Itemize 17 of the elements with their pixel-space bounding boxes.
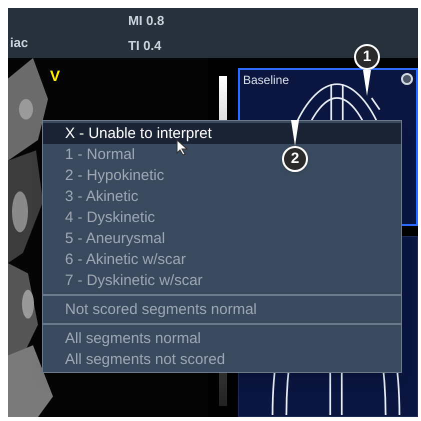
menu-item[interactable]: 7 - Dyskinetic w/scar	[43, 270, 207, 291]
menu-item[interactable]: Not scored segments normal	[43, 299, 261, 320]
panel-title: Baseline	[243, 72, 290, 89]
menu-item[interactable]: All segments normal	[43, 328, 205, 349]
menu-item[interactable]: 6 - Akinetic w/scar	[43, 249, 190, 270]
menu-item[interactable]: X - Unable to interpret	[43, 123, 401, 144]
menu-item[interactable]: 5 - Aneurysmal	[43, 228, 170, 249]
settings-icon[interactable]	[401, 73, 413, 85]
mode-label: iac	[10, 34, 28, 52]
menu-item[interactable]: All segments not scored	[43, 349, 230, 370]
marker-label: V	[50, 67, 60, 87]
menu-item[interactable]: 1 - Normal	[43, 144, 140, 165]
readout: TI 0.4	[128, 37, 162, 55]
menu-item[interactable]: 2 - Hypokinetic	[43, 165, 168, 186]
menu-item[interactable]: 3 - Akinetic	[43, 186, 142, 207]
readout: MI 0.8	[128, 12, 164, 30]
menu-item[interactable]: 4 - Dyskinetic	[43, 207, 160, 228]
